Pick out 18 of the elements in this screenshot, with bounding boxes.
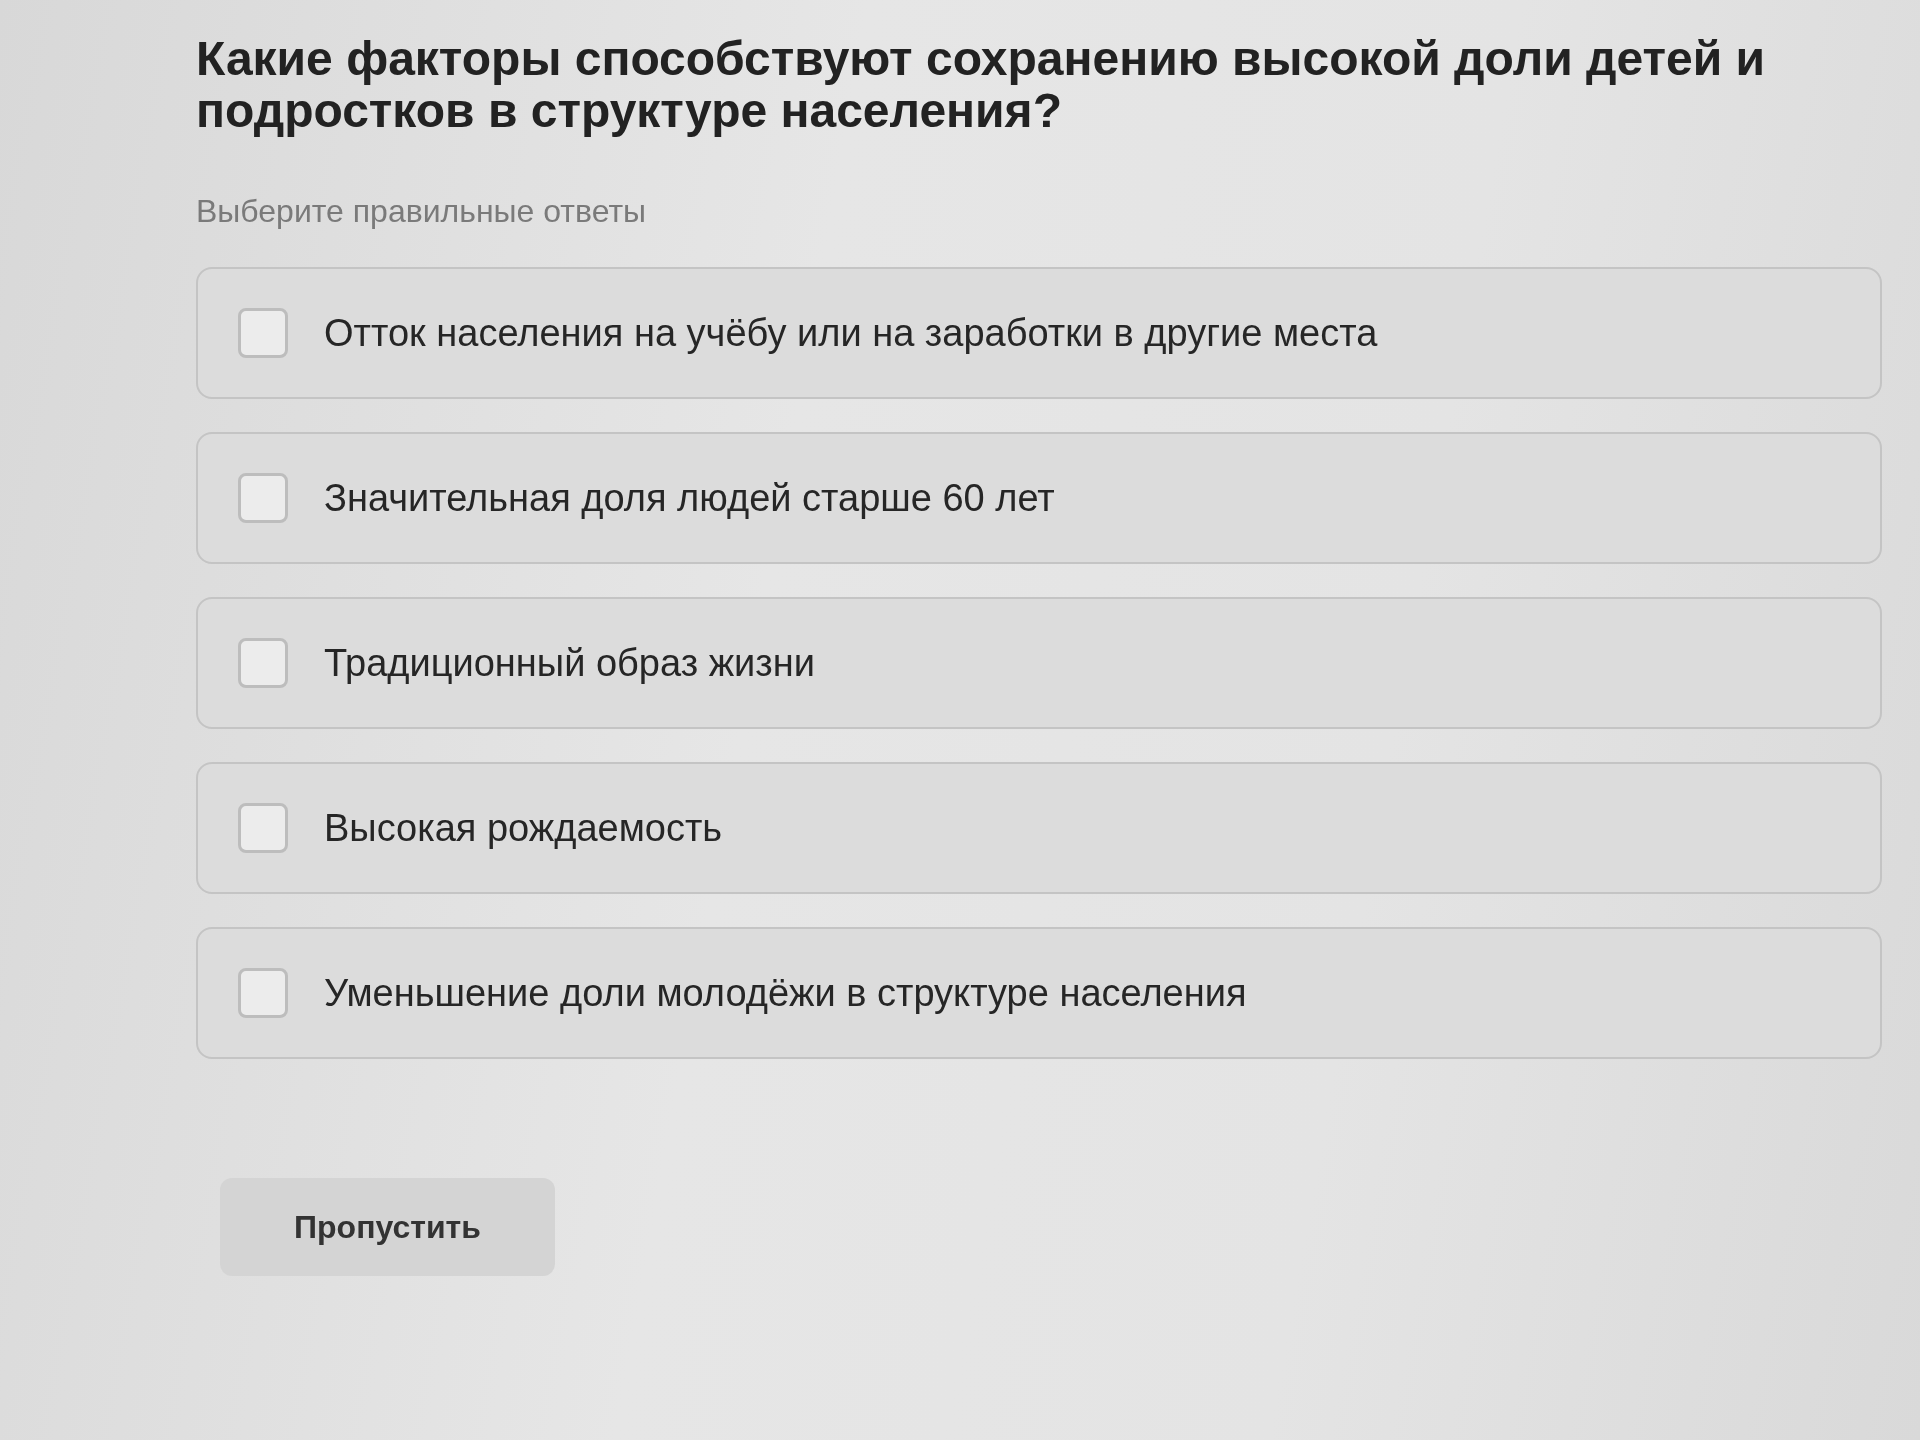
- checkbox[interactable]: [238, 968, 288, 1018]
- option-label: Высокая рождаемость: [324, 806, 723, 850]
- answer-option[interactable]: Уменьшение доли молодёжи в структуре населения: [196, 927, 1882, 1059]
- skip-button[interactable]: Пропустить: [220, 1178, 555, 1276]
- option-label: Традиционный образ жизни: [324, 641, 815, 685]
- answer-option[interactable]: Значительная доля людей старше 60 лет: [196, 432, 1882, 564]
- answer-option[interactable]: Отток населения на учёбу или на заработки в другие места: [196, 267, 1882, 399]
- option-label: Отток населения на учёбу или на заработки в другие места: [324, 311, 1378, 355]
- checkbox[interactable]: [238, 308, 288, 358]
- checkbox[interactable]: [238, 803, 288, 853]
- question-title: Какие факторы способствуют сохранению высокой доли детей и подростков в структуре населения?: [196, 33, 1767, 137]
- option-label: Значительная доля людей старше 60 лет: [324, 476, 1055, 520]
- instruction-text: Выберите правильные ответы: [196, 193, 648, 230]
- answer-option[interactable]: Традиционный образ жизни: [196, 597, 1882, 729]
- checkbox[interactable]: [238, 473, 288, 523]
- checkbox[interactable]: [238, 638, 288, 688]
- answer-option[interactable]: Высокая рождаемость: [196, 762, 1882, 894]
- option-label: Уменьшение доли молодёжи в структуре населения: [324, 971, 1247, 1015]
